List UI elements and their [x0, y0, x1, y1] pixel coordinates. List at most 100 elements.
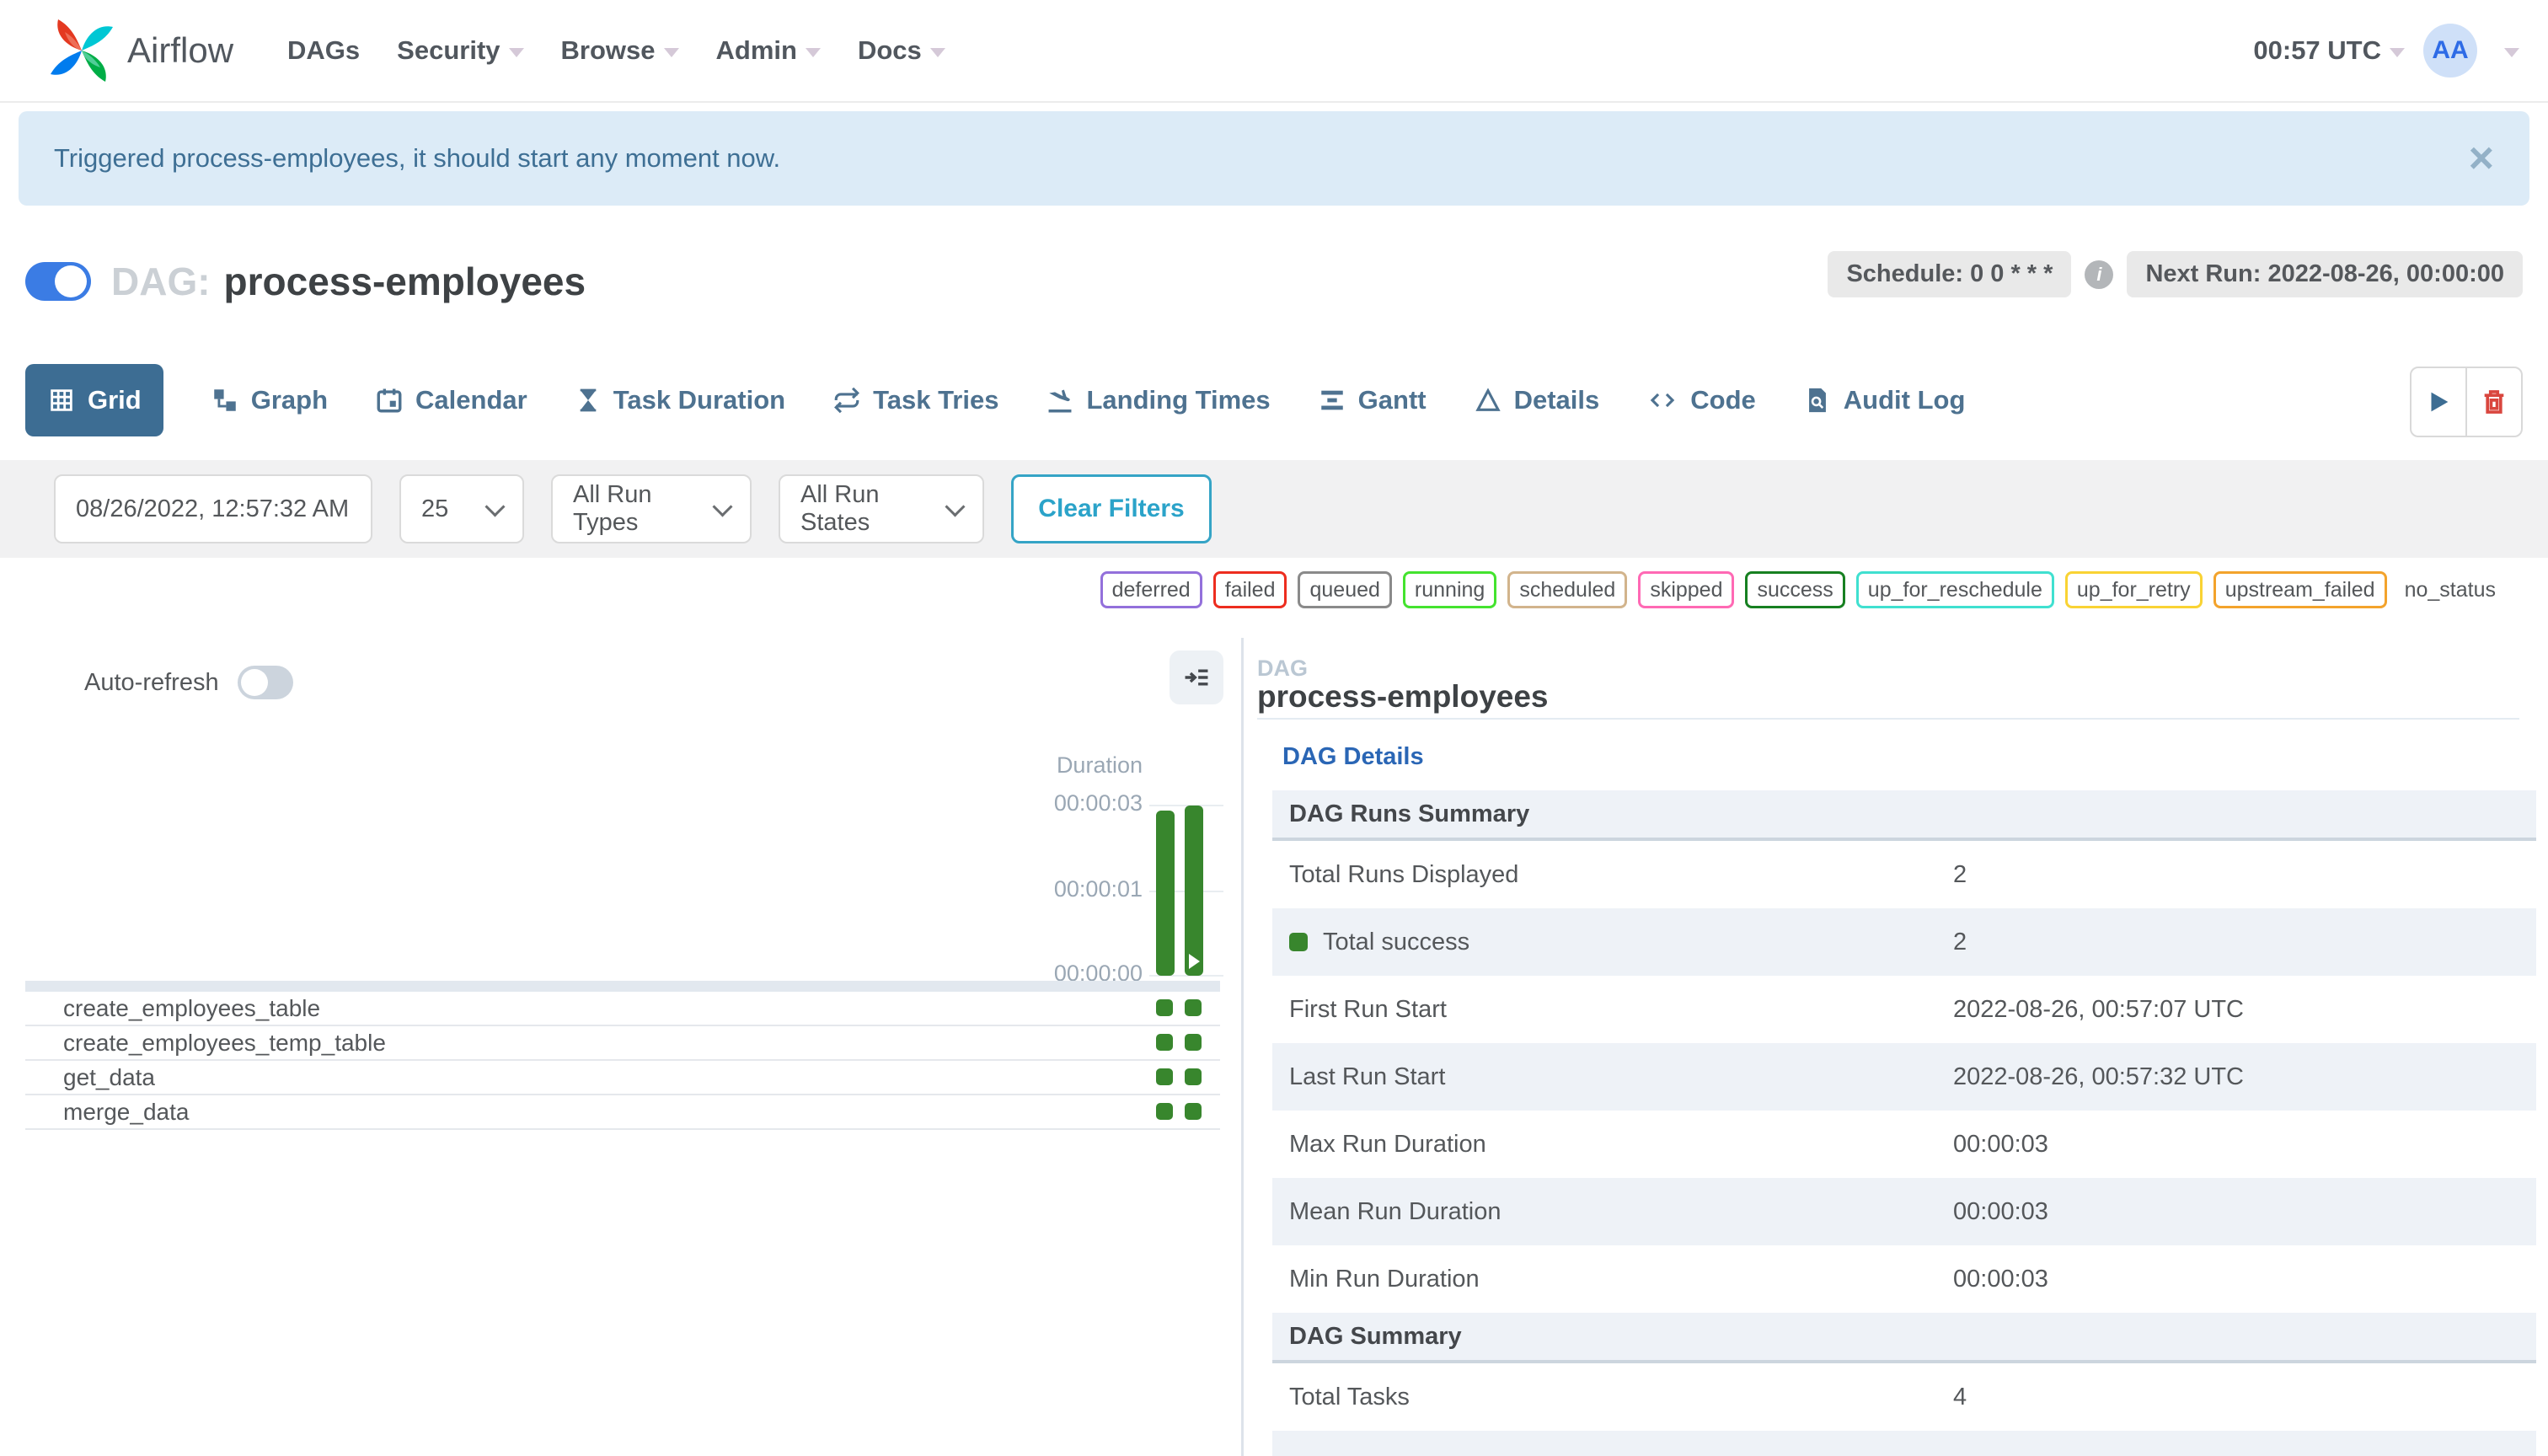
play-icon	[2431, 392, 2449, 412]
clear-filters-button[interactable]: Clear Filters	[1011, 474, 1212, 543]
dag-pause-toggle[interactable]	[25, 262, 91, 301]
close-icon[interactable]: ×	[2469, 136, 2494, 180]
chevron-down-icon	[484, 495, 506, 517]
task-instance-success[interactable]	[1156, 1103, 1173, 1120]
repeat-icon	[834, 387, 860, 414]
dag-run-bar-1[interactable]	[1156, 811, 1175, 976]
hourglass-icon	[580, 388, 597, 412]
trigger-alert-banner: Triggered process-employees, it should s…	[19, 111, 2529, 206]
row-label: Total success	[1289, 929, 1953, 956]
dag-run-bar-2[interactable]	[1185, 806, 1203, 976]
manual-run-play-icon	[1189, 954, 1200, 969]
toggle-details-panel-button[interactable]	[1170, 650, 1223, 704]
table-row: Last Run Start 2022-08-26, 00:57:32 UTC	[1272, 1043, 2536, 1111]
task-name[interactable]: create_employees_temp_table	[63, 1030, 386, 1057]
legend-no-status: no_status	[2404, 577, 2496, 602]
dag-view-tabs: Grid Graph Calendar Task Duration Task T…	[25, 364, 2523, 437]
chevron-down-icon	[805, 47, 821, 57]
collapse-panel-icon	[1185, 669, 1208, 686]
tab-task-duration[interactable]: Task Duration	[575, 385, 785, 415]
tab-graph[interactable]: Graph	[211, 385, 328, 415]
task-instance-success[interactable]	[1185, 999, 1202, 1016]
base-date-input[interactable]	[54, 474, 372, 543]
nav-item-docs[interactable]: Docs	[858, 35, 945, 66]
task-row[interactable]: get_data	[25, 1061, 1220, 1095]
duration-tick-1s: 00:00:01	[1053, 876, 1143, 902]
dag-details-link[interactable]: DAG Details	[1282, 743, 1424, 771]
chevron-down-icon	[508, 47, 524, 57]
row-label: Min Run Duration	[1289, 1265, 1480, 1293]
task-instance-success[interactable]	[1185, 1103, 1202, 1120]
task-name[interactable]: merge_data	[63, 1099, 189, 1126]
tab-code[interactable]: Code	[1646, 385, 1756, 415]
row-label: Total Tasks	[1289, 1383, 1410, 1410]
task-instance-success[interactable]	[1185, 1034, 1202, 1051]
table-section-header: DAG Summary	[1272, 1313, 2536, 1363]
chevron-down-icon	[945, 495, 966, 517]
nav-item-browse[interactable]: Browse	[561, 35, 679, 66]
run-select-strip	[25, 981, 1220, 992]
run-types-select[interactable]: All Run Types	[551, 474, 752, 543]
tab-landing-times[interactable]: Landing Times	[1046, 385, 1271, 415]
info-icon[interactable]: i	[2085, 260, 2114, 289]
tab-details[interactable]: Details	[1474, 385, 1599, 415]
tab-grid[interactable]: Grid	[25, 364, 163, 436]
task-row[interactable]: create_employees_table	[25, 992, 1220, 1026]
legend-success[interactable]: success	[1745, 571, 1845, 608]
legend-skipped[interactable]: skipped	[1638, 571, 1735, 608]
auto-refresh-control: Auto-refresh	[84, 666, 293, 699]
row-label: Max Run Duration	[1289, 1130, 1486, 1158]
run-states-select[interactable]: All Run States	[779, 474, 984, 543]
graph-icon	[213, 389, 236, 411]
task-list: create_employees_table create_employees_…	[25, 992, 1220, 1130]
task-name[interactable]: create_employees_table	[63, 995, 320, 1022]
nav-item-security[interactable]: Security	[397, 35, 524, 66]
task-name[interactable]: get_data	[63, 1064, 155, 1091]
legend-running[interactable]: running	[1402, 571, 1497, 608]
legend-failed[interactable]: failed	[1212, 571, 1287, 608]
legend-upstream-failed[interactable]: upstream_failed	[2213, 571, 2387, 608]
auto-refresh-label: Auto-refresh	[84, 668, 219, 696]
nav-menu: DAGs Security Browse Admin Docs	[287, 35, 945, 66]
delete-dag-button[interactable]	[2465, 368, 2521, 436]
audit-log-icon	[1808, 388, 1826, 413]
tab-task-tries[interactable]: Task Tries	[832, 385, 998, 415]
tab-calendar[interactable]: Calendar	[375, 385, 527, 415]
tab-gantt[interactable]: Gantt	[1318, 385, 1427, 415]
legend-deferred[interactable]: deferred	[1100, 571, 1202, 608]
row-value: 00:00:03	[1953, 1197, 2048, 1225]
page-size-select[interactable]: 25	[399, 474, 524, 543]
task-row[interactable]: create_employees_temp_table	[25, 1026, 1220, 1061]
auto-refresh-toggle[interactable]	[237, 666, 293, 699]
row-label: Mean Run Duration	[1289, 1197, 1502, 1225]
legend-queued[interactable]: queued	[1298, 571, 1392, 608]
trigger-dag-button[interactable]	[2412, 368, 2465, 436]
task-instance-success[interactable]	[1156, 999, 1173, 1016]
duration-tick-3s: 00:00:03	[1053, 790, 1143, 816]
legend-up-for-retry[interactable]: up_for_retry	[2064, 571, 2203, 608]
task-row[interactable]: merge_data	[25, 1095, 1220, 1130]
chevron-down-icon	[712, 495, 733, 517]
table-row: Total Runs Displayed 2	[1272, 841, 2536, 908]
dag-title: process-employees	[223, 260, 586, 303]
task-instance-success[interactable]	[1156, 1068, 1173, 1085]
table-row: Total Tasks 4	[1272, 1363, 2536, 1431]
nav-item-dags[interactable]: DAGs	[287, 35, 360, 66]
divider	[1257, 718, 2519, 720]
task-instance-success[interactable]	[1156, 1034, 1173, 1051]
tab-audit-log[interactable]: Audit Log	[1803, 385, 1965, 415]
legend-scheduled[interactable]: scheduled	[1507, 571, 1628, 608]
row-value: 00:00:03	[1953, 1130, 2048, 1158]
avatar[interactable]: AA	[2423, 24, 2477, 78]
chevron-down-icon[interactable]	[2504, 47, 2519, 57]
chevron-down-icon	[929, 47, 945, 57]
panel-divider	[1241, 638, 1244, 1456]
task-instance-success[interactable]	[1185, 1068, 1202, 1085]
details-dag-name: process-employees	[1257, 679, 1549, 714]
nav-item-admin[interactable]: Admin	[716, 35, 821, 66]
dag-details-table: DAG Runs Summary Total Runs Displayed 2 …	[1272, 790, 2536, 1456]
row-value: 4	[1953, 1383, 1967, 1410]
legend-up-for-reschedule[interactable]: up_for_reschedule	[1855, 571, 2054, 608]
table-row-partial	[1272, 1431, 2536, 1456]
timezone-selector[interactable]: 00:57 UTC	[2253, 35, 2405, 66]
